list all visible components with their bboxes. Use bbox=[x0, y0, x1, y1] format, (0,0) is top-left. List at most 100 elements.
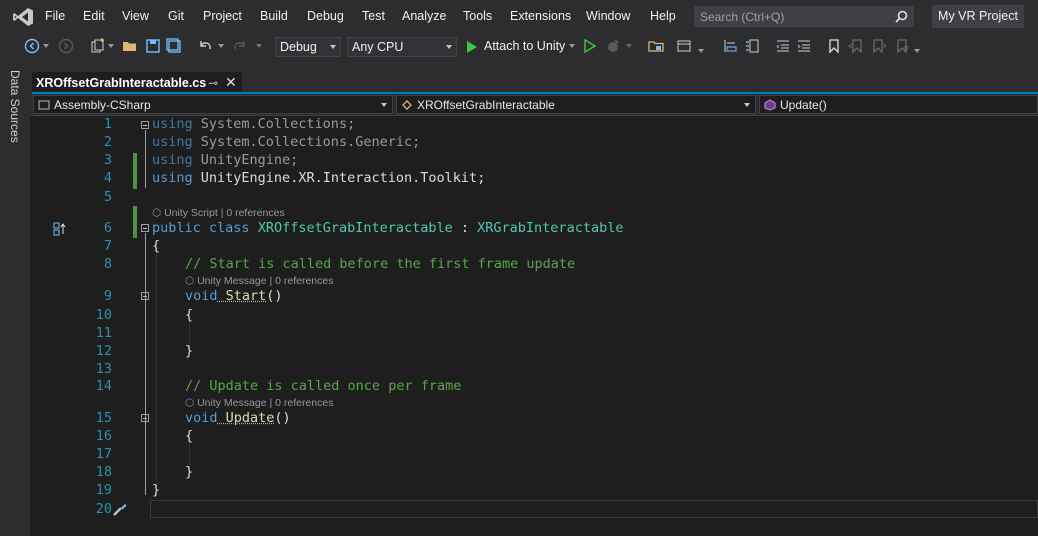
indent-icon[interactable] bbox=[796, 38, 812, 54]
changed-lines-indicator bbox=[133, 153, 137, 189]
codelens-text: Unity Message | 0 references bbox=[197, 397, 334, 409]
chevron-down-icon[interactable] bbox=[569, 44, 575, 48]
chevron-down-icon bbox=[381, 103, 387, 107]
class-dropdown[interactable]: XROffsetGrabInteractable bbox=[396, 95, 756, 114]
namespace-part: Toolkit bbox=[420, 170, 478, 186]
member-dropdown[interactable]: Update() bbox=[759, 95, 1038, 114]
keyword-void: void bbox=[185, 410, 218, 426]
folder-view-icon[interactable] bbox=[648, 38, 664, 54]
keyword-using: using bbox=[152, 152, 193, 168]
menu-git[interactable]: Git bbox=[168, 9, 184, 23]
codelens-start[interactable]: ⬡ Unity Message | 0 references bbox=[185, 275, 333, 287]
semicolon: ; bbox=[477, 170, 486, 186]
tab-title: XROffsetGrabInteractable.cs bbox=[36, 76, 207, 90]
start-without-debugging-icon[interactable] bbox=[582, 38, 598, 54]
implementation-marker-icon[interactable] bbox=[53, 222, 67, 236]
menu-project[interactable]: Project bbox=[203, 9, 242, 23]
collapse-usings-toggle[interactable] bbox=[141, 121, 149, 129]
menu-edit[interactable]: Edit bbox=[83, 9, 105, 23]
menu-analyze[interactable]: Analyze bbox=[402, 9, 446, 23]
save-all-icon[interactable] bbox=[166, 38, 182, 54]
line-number: 13 bbox=[95, 361, 112, 377]
current-line-highlight bbox=[150, 500, 1038, 518]
hot-reload-icon[interactable] bbox=[605, 38, 621, 54]
chevron-down-icon[interactable] bbox=[698, 49, 704, 53]
undo-icon[interactable] bbox=[197, 38, 213, 54]
navigate-forward-icon[interactable] bbox=[58, 38, 74, 54]
chevron-down-icon[interactable] bbox=[914, 49, 920, 53]
outdent-icon[interactable] bbox=[775, 38, 791, 54]
chevron-down-icon[interactable] bbox=[218, 44, 224, 48]
list-view-icon[interactable] bbox=[744, 38, 760, 54]
step-into-icon[interactable] bbox=[722, 38, 738, 54]
menu-extensions[interactable]: Extensions bbox=[510, 9, 571, 23]
fold-line bbox=[145, 233, 146, 495]
code-line-7: { bbox=[152, 238, 161, 254]
bookmark-icon[interactable] bbox=[826, 38, 842, 54]
line-number: 3 bbox=[103, 152, 112, 168]
code-line-15: void Update() bbox=[185, 410, 291, 426]
menu-view[interactable]: View bbox=[122, 9, 149, 23]
menu-tools[interactable]: Tools bbox=[463, 9, 492, 23]
chevron-down-icon bbox=[744, 103, 750, 107]
attach-to-unity-button[interactable]: Attach to Unity bbox=[464, 37, 576, 57]
line-number: 17 bbox=[95, 446, 112, 462]
namespace-part: XR bbox=[298, 170, 315, 186]
new-project-icon[interactable] bbox=[90, 38, 106, 54]
keyword-using: using bbox=[152, 116, 193, 132]
keyword-using: using bbox=[152, 170, 193, 186]
close-icon[interactable]: ✕ bbox=[225, 75, 237, 91]
project-dropdown-value: Assembly-CSharp bbox=[54, 98, 151, 112]
clear-bookmarks-icon[interactable] bbox=[894, 38, 910, 54]
data-sources-tab[interactable]: Data Sources bbox=[8, 70, 22, 143]
chevron-down-icon[interactable] bbox=[43, 44, 49, 48]
project-dropdown[interactable]: Assembly-CSharp bbox=[33, 95, 393, 114]
line-number: 14 bbox=[95, 378, 112, 394]
keyword-public: public bbox=[152, 220, 201, 236]
namespace: System.Collections.Generic; bbox=[192, 134, 421, 150]
line-number: 6 bbox=[103, 220, 112, 236]
chevron-down-icon[interactable] bbox=[108, 44, 114, 48]
chevron-down-icon bbox=[330, 45, 336, 49]
menu-build[interactable]: Build bbox=[260, 9, 288, 23]
document-tab[interactable]: XROffsetGrabInteractable.cs ⊸ ✕ bbox=[32, 72, 242, 94]
open-folder-icon[interactable] bbox=[122, 38, 138, 54]
method-icon bbox=[764, 99, 776, 111]
pin-icon[interactable]: ⊸ bbox=[208, 76, 218, 90]
indent-guide bbox=[156, 248, 157, 488]
search-icon[interactable] bbox=[895, 10, 908, 23]
layout-icon[interactable] bbox=[676, 38, 692, 54]
code-line-3: using UnityEngine; bbox=[152, 152, 298, 168]
code-comment-start: // Start is called before the first fram… bbox=[185, 256, 576, 272]
chevron-down-icon[interactable] bbox=[626, 44, 632, 48]
platform-select[interactable]: Any CPU bbox=[347, 37, 457, 57]
previous-bookmark-icon[interactable] bbox=[848, 38, 864, 54]
search-input[interactable]: Search (Ctrl+Q) bbox=[694, 6, 914, 27]
chevron-down-icon[interactable] bbox=[256, 44, 262, 48]
menu-file[interactable]: File bbox=[45, 9, 65, 23]
navigate-back-icon[interactable] bbox=[24, 38, 40, 54]
line-number: 12 bbox=[95, 343, 112, 359]
class-dropdown-value: XROffsetGrabInteractable bbox=[417, 98, 555, 112]
project-name-badge[interactable]: My VR Project bbox=[932, 5, 1024, 28]
save-icon[interactable] bbox=[145, 38, 161, 54]
line-number: 10 bbox=[95, 307, 112, 323]
next-bookmark-icon[interactable] bbox=[871, 38, 887, 54]
menu-debug[interactable]: Debug bbox=[307, 9, 344, 23]
keyword-using: using bbox=[152, 134, 193, 150]
menu-test[interactable]: Test bbox=[362, 9, 385, 23]
line-number: 20 bbox=[95, 501, 112, 517]
code-line-18: } bbox=[185, 464, 194, 480]
namespace-part: Interaction bbox=[322, 170, 413, 186]
redo-icon[interactable] bbox=[232, 38, 248, 54]
menu-help[interactable]: Help bbox=[650, 9, 676, 23]
codelens-update[interactable]: ⬡ Unity Message | 0 references bbox=[185, 397, 333, 409]
collapse-class-toggle[interactable] bbox=[141, 224, 149, 232]
menu-window[interactable]: Window bbox=[586, 9, 630, 23]
namespace: UnityEngine; bbox=[192, 152, 299, 168]
quick-actions-screwdriver-icon[interactable] bbox=[112, 501, 128, 517]
codelens-class[interactable]: ⬡ Unity Script | 0 references bbox=[152, 207, 285, 219]
configuration-select[interactable]: Debug bbox=[275, 37, 341, 57]
attach-label: Attach to Unity bbox=[484, 39, 566, 53]
line-number: 7 bbox=[103, 238, 112, 254]
